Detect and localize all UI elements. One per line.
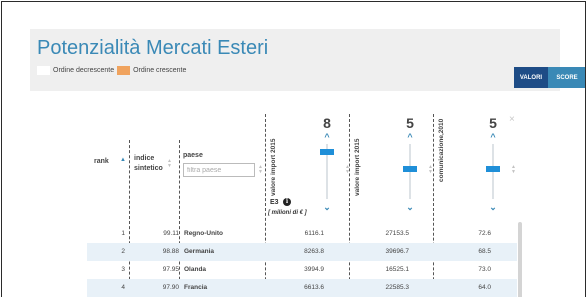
valore-import-cell: 6116.1 (304, 230, 324, 237)
chevron-down-icon[interactable]: ⌄ (402, 203, 418, 212)
indice-cell: 99.11 (163, 230, 179, 237)
asc-legend-label: Ordine crescente (133, 67, 187, 74)
rank-cell: 3 (121, 266, 125, 273)
comunicazione-cell: 73.0 (478, 266, 491, 273)
indice-cell: 98.88 (162, 248, 179, 255)
desc-legend-label: Ordine decrescente (53, 67, 115, 74)
valore-import-header[interactable]: valore import 2015 (270, 139, 277, 196)
scrollbar[interactable] (518, 222, 522, 297)
unit-code: E3 (270, 199, 279, 206)
info-icon[interactable]: i (283, 198, 291, 206)
valore-import-cell: 6613.6 (304, 284, 324, 291)
valore-import-2-header[interactable]: valore import 2015 (354, 139, 361, 196)
paese-cell: Germania (184, 248, 214, 255)
close-icon[interactable]: × (509, 114, 515, 125)
table-row[interactable]: 3 97.95 Olanda 3994.9 16525.1 73.0 (87, 261, 517, 279)
rank-cell: 4 (121, 284, 125, 291)
window: Potenzialità Mercati Esteri Ordine decre… (1, 1, 586, 297)
valore-import-cell: 3994.9 (304, 266, 324, 273)
indice-cell: 97.95 (162, 266, 179, 273)
chevron-down-icon[interactable]: ⌄ (319, 203, 335, 212)
weight-value: 8 (323, 115, 331, 131)
paese-filter-input[interactable] (183, 163, 255, 177)
chevron-up-icon[interactable]: ^ (485, 133, 501, 142)
sort-icon[interactable]: ▲ ▼ (511, 165, 516, 175)
sort-legend: Ordine decrescente Ordine crescente (37, 66, 186, 75)
score-button[interactable]: SCORE (548, 67, 585, 88)
page-title: Potenzialità Mercati Esteri (37, 37, 269, 59)
valore-import-2-cell: 39696.7 (385, 248, 410, 255)
valore-import-2-cell: 22585.3 (385, 284, 410, 291)
sort-icon[interactable]: ▲ ▼ (258, 165, 263, 175)
indice-header-line1[interactable]: indice (134, 155, 154, 162)
sort-icon[interactable]: ▲ ▼ (345, 165, 350, 175)
paese-cell: Regno-Unito (184, 230, 223, 237)
paese-header[interactable]: paese (183, 152, 203, 159)
indice-cell: 97.90 (162, 284, 179, 291)
comunicazione-cell: 68.5 (478, 248, 491, 255)
table-row[interactable]: 4 97.90 Francia 6613.6 22585.3 64.0 (87, 279, 517, 297)
asc-swatch (117, 66, 131, 75)
weight-slider-thumb[interactable] (403, 166, 417, 172)
rank-header[interactable]: rank (94, 158, 109, 165)
paese-cell: Francia (184, 284, 208, 291)
chevron-down-icon[interactable]: ⌄ (485, 203, 501, 212)
comunicazione-cell: 64.0 (478, 284, 491, 291)
table-row[interactable]: 1 99.11 Regno-Unito 6116.1 27153.5 72.6 (87, 225, 517, 243)
paese-cell: Olanda (184, 266, 207, 273)
valore-import-cell: 8263.8 (304, 248, 324, 255)
rank-cell: 2 (121, 248, 125, 255)
weight-slider-thumb[interactable] (486, 166, 500, 172)
indice-header-line2: sintetico (134, 165, 163, 172)
comunicazione-cell: 72.6 (478, 230, 491, 237)
desc-swatch (37, 66, 50, 75)
unit-label: [ milioni di € ] (268, 210, 307, 216)
table-row[interactable]: 2 98.88 Germania 8263.8 39696.7 68.5 (87, 243, 517, 261)
sort-icon[interactable]: ▲ ▼ (167, 159, 172, 169)
comunicazione-header[interactable]: comunicazione,2010 (438, 119, 445, 182)
rank-cell: 1 (121, 230, 125, 237)
valori-button[interactable]: VALORI (514, 67, 548, 88)
weight-value: 5 (406, 115, 414, 131)
chevron-up-icon[interactable]: ^ (402, 133, 418, 142)
weight-slider-thumb[interactable] (320, 149, 334, 155)
chevron-up-icon[interactable]: ^ (319, 133, 335, 142)
weight-value: 5 (489, 115, 497, 131)
view-toggle: VALORI SCORE (514, 67, 585, 88)
sort-asc-icon[interactable]: ▲ (120, 157, 126, 163)
sort-icon[interactable]: ▲ ▼ (428, 165, 433, 175)
valore-import-2-cell: 27153.5 (385, 230, 410, 237)
header-panel: Potenzialità Mercati Esteri Ordine decre… (30, 29, 585, 91)
valore-import-2-cell: 16525.1 (385, 266, 410, 273)
